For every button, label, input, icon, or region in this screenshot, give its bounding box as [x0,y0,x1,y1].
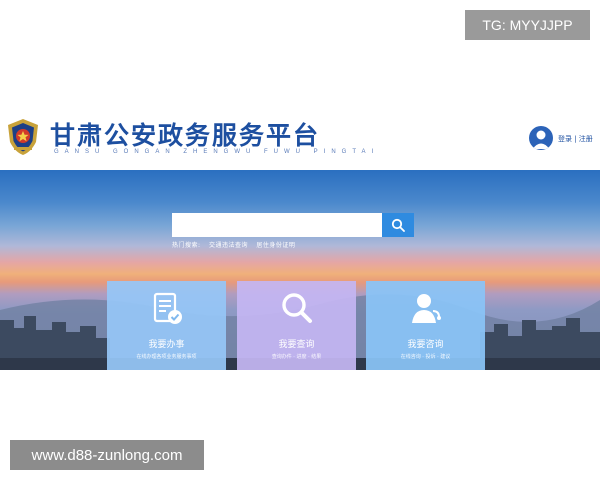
card-title: 我要办事 [148,340,185,350]
hot-search-label: 热门搜索: [172,242,201,249]
magnifier-icon [281,293,312,323]
search-button[interactable] [382,213,414,237]
service-card-handle[interactable]: 我要办事 在线办理各项业务服务事项 [107,281,226,370]
hot-search-bar: 热门搜索: 交通违法查询 居住身份证明 [172,240,301,249]
document-check-icon [153,292,182,324]
watermark-bottom: www.d88-zunlong.com [10,440,204,470]
hot-search-link[interactable]: 居住身份证明 [256,242,295,249]
hot-search-link[interactable]: 交通违法查询 [209,242,248,249]
card-description: 查询办件 · 进度 · 结果 [271,354,322,360]
login-register-link[interactable]: 登录 | 注册 [558,134,593,144]
search-input[interactable] [172,213,382,237]
site-title[interactable]: 甘肃公安政务服务平台 [50,116,320,152]
hero-banner: 热门搜索: 交通违法查询 居住身份证明 我要办事 在线办理各项业务服务事项 我要… [0,170,600,370]
service-card-query[interactable]: 我要查询 查询办件 · 进度 · 结果 [237,281,356,370]
search-icon [391,218,405,232]
card-description: 在线咨询 · 投诉 · 建议 [400,354,451,360]
card-title: 我要咨询 [407,340,444,350]
user-avatar-icon[interactable] [529,126,553,150]
card-description: 在线办理各项业务服务事项 [136,354,197,360]
site-title-pinyin: GANSU GONGAN ZHENGWU FUWU PINGTAI [54,149,380,155]
police-emblem-icon [8,119,38,155]
card-title: 我要查询 [278,340,315,350]
service-card-consult[interactable]: 我要咨询 在线咨询 · 投诉 · 建议 [366,281,485,370]
site-header: 甘肃公安政务服务平台 GANSU GONGAN ZHENGWU FUWU PIN… [0,110,600,170]
customer-service-icon [411,294,441,323]
watermark-top: TG: MYYJJPP [465,10,590,40]
